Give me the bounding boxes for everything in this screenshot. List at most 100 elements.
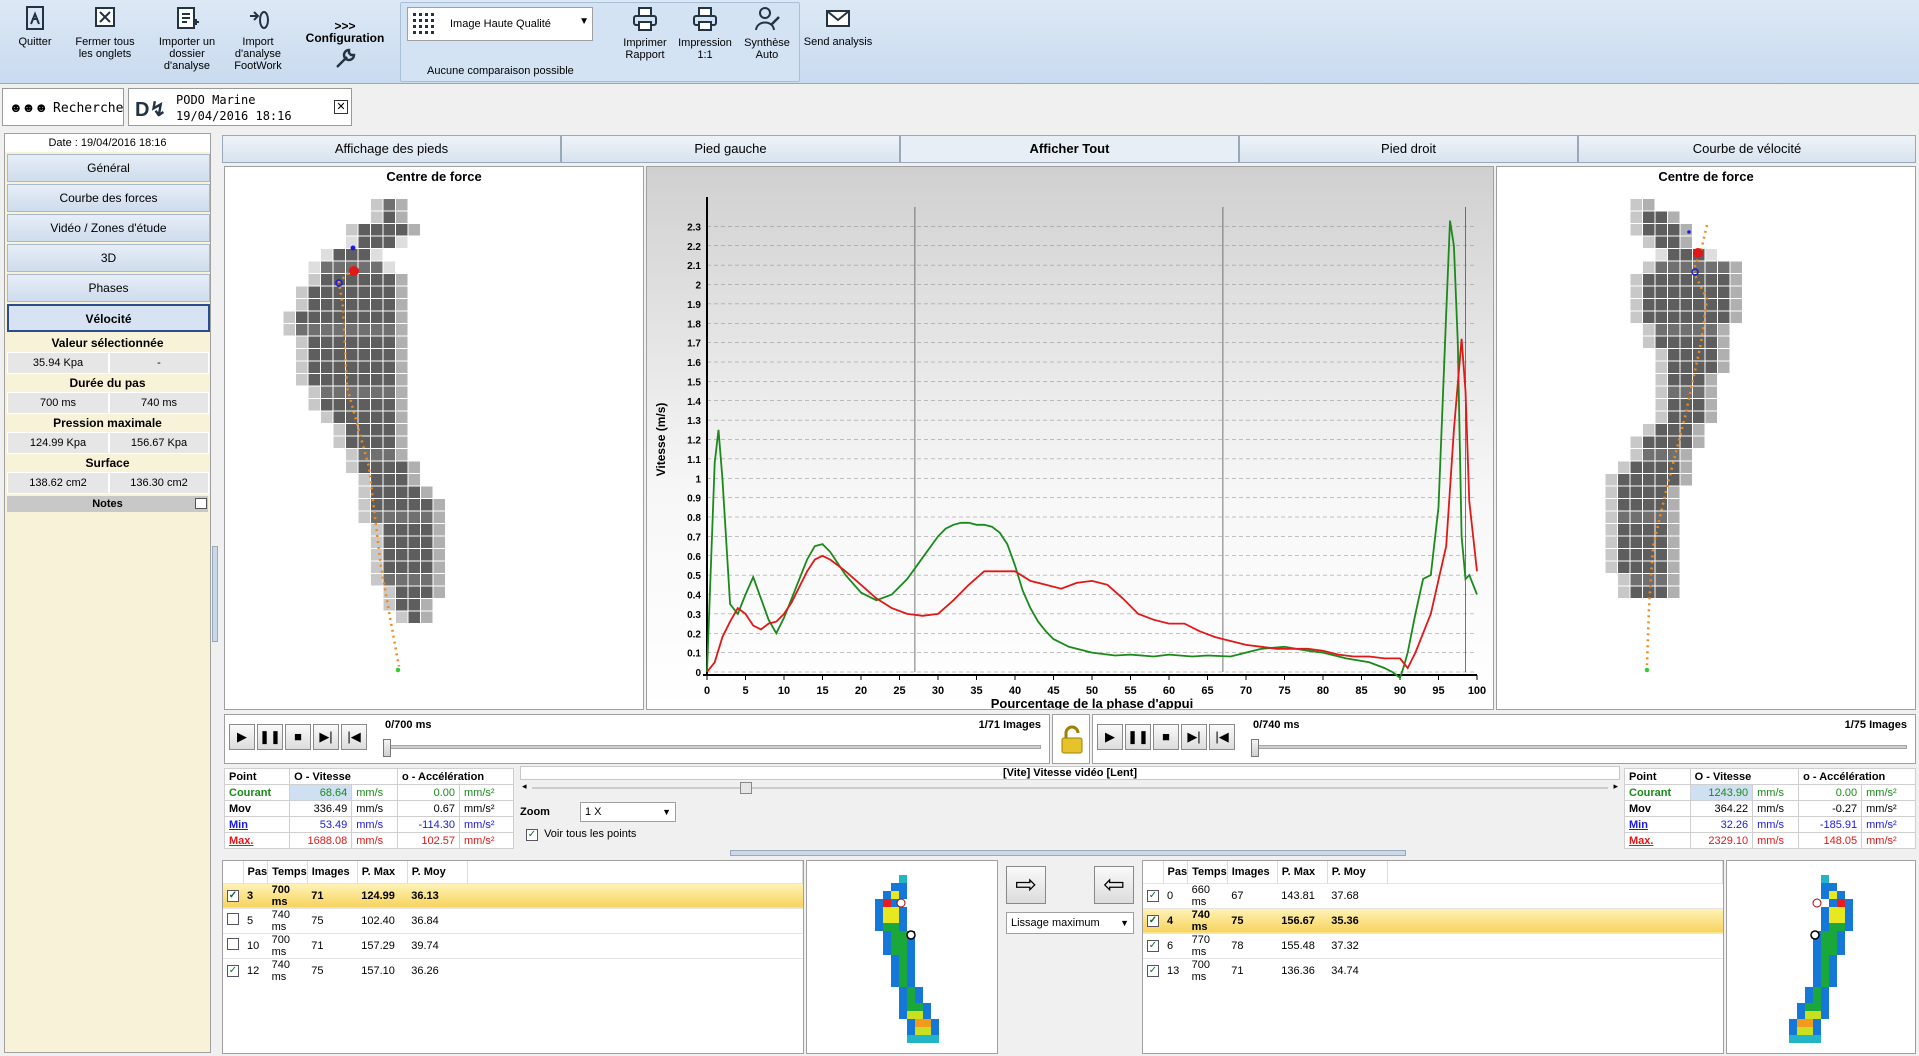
step-row[interactable]: ✓ 3 700 ms 71 124.99 36.13 — [223, 882, 803, 908]
pressure-cell — [1718, 349, 1730, 361]
step-checkbox[interactable]: ✓ — [1143, 882, 1163, 908]
pressure-cell — [1655, 336, 1667, 348]
print-11-button[interactable]: Impression 1:1 — [677, 5, 733, 61]
import-footwork-button[interactable]: Import d'analyse FootWork — [226, 4, 290, 72]
synthesis-button[interactable]: Synthèse Auto — [739, 5, 795, 61]
pause-button-left[interactable]: ❚❚ — [257, 724, 283, 750]
horizontal-splitter[interactable] — [730, 850, 1406, 856]
step-row[interactable]: ✓ 6 770 ms 78 155.48 37.32 — [1143, 932, 1723, 958]
video-speed-slider[interactable]: ◂ ▸ — [520, 781, 1620, 794]
tab-show-all[interactable]: Afficher Tout — [900, 135, 1239, 163]
lock-button[interactable] — [1052, 714, 1090, 764]
step-checkbox[interactable] — [223, 932, 243, 958]
speed-thumb[interactable] — [740, 782, 752, 794]
pressure-cell — [1668, 574, 1680, 586]
pressure-cell — [296, 324, 308, 336]
expand-notes-icon[interactable] — [195, 498, 207, 509]
step-row[interactable]: 10 700 ms 71 157.29 39.74 — [223, 932, 803, 958]
heat-cell — [907, 995, 915, 1003]
left-timeline-slider[interactable] — [385, 745, 1041, 749]
tab-feet-display[interactable]: Affichage des pieds — [222, 135, 561, 163]
pressure-cell — [358, 336, 370, 348]
left-step-thumbnail[interactable] — [806, 860, 998, 1054]
pressure-cell — [371, 249, 383, 261]
step-back-button-right[interactable]: |◀ — [1209, 724, 1235, 750]
configuration-button[interactable]: >>> Configuration — [300, 20, 390, 75]
close-tabs-button[interactable]: Fermer tous les onglets — [72, 4, 138, 60]
heat-cell — [1805, 1011, 1813, 1019]
y-tick-label: 0.7 — [687, 532, 701, 543]
quit-button[interactable]: Quitter — [12, 4, 58, 48]
right-time: 0/740 ms — [1253, 719, 1300, 731]
arrow-left-button[interactable]: ⇦ — [1094, 866, 1134, 904]
stop-button-left[interactable]: ■ — [285, 724, 311, 750]
heat-cell — [1821, 995, 1829, 1003]
heat-cell — [1789, 1019, 1797, 1027]
heat-cell — [899, 891, 907, 899]
step-row[interactable]: 5 740 ms 75 102.40 36.84 — [223, 907, 803, 933]
step-time: 740 ms — [267, 957, 308, 983]
tab-patient[interactable]: D↯ PODO Marine 19/04/2016 18:16 ✕ — [128, 88, 352, 126]
step-time: 660 ms — [1187, 882, 1228, 908]
step-checkbox[interactable]: ✓ — [223, 882, 243, 908]
tab-velocity-curve[interactable]: Courbe de vélocité — [1578, 135, 1916, 163]
nav-general[interactable]: Général — [7, 154, 210, 182]
pressure-cell — [333, 411, 345, 423]
step-checkbox[interactable] — [223, 907, 243, 933]
step-checkbox[interactable]: ✓ — [1143, 907, 1163, 933]
step-pmoy: 37.68 — [1327, 882, 1388, 908]
heat-cell — [1813, 1003, 1821, 1011]
step-row[interactable]: ✓ 0 660 ms 67 143.81 37.68 — [1143, 882, 1723, 908]
step-row[interactable]: ✓ 12 740 ms 75 157.10 36.26 — [223, 957, 803, 983]
right-step-thumbnail[interactable] — [1726, 860, 1916, 1054]
smoothing-select[interactable]: Lissage maximum ▼ — [1006, 912, 1134, 934]
right-timeline-slider[interactable] — [1253, 745, 1907, 749]
nav-video-zones[interactable]: Vidéo / Zones d'étude — [7, 214, 210, 242]
step-checkbox[interactable]: ✓ — [1143, 932, 1163, 958]
nav-3d[interactable]: 3D — [7, 244, 210, 272]
stats-label: Max. — [223, 832, 291, 849]
print-report-button[interactable]: Imprimer Rapport — [619, 5, 671, 61]
left-steps-panel: Pas Temps Images P. Max P. Moy ✓ 3 700 ms 71 124.… — [222, 860, 804, 1054]
nav-velocity[interactable]: Vélocité — [7, 304, 210, 332]
heat-cell — [899, 907, 907, 915]
stop-button-right[interactable]: ■ — [1153, 724, 1179, 750]
step-checkbox[interactable]: ✓ — [223, 957, 243, 983]
left-timeline-thumb[interactable] — [383, 739, 391, 757]
show-points-checkbox[interactable]: ✓ Voir tous les points — [526, 828, 636, 841]
import-folder-button[interactable]: Importer un dossier d'analyse — [154, 4, 220, 72]
pressure-cell — [346, 349, 358, 361]
step-number: 12 — [243, 957, 268, 983]
nav-force-curve[interactable]: Courbe des forces — [7, 184, 210, 212]
arrow-right-button[interactable]: ⇨ — [1006, 866, 1046, 904]
heat-cell — [1805, 995, 1813, 1003]
heat-cell — [899, 971, 907, 979]
play-button-right[interactable]: ▶ — [1097, 724, 1123, 750]
pressure-cell — [396, 299, 408, 311]
selected-value-right: - — [109, 352, 209, 374]
splitter-handle[interactable] — [212, 546, 218, 642]
step-back-button-left[interactable]: |◀ — [341, 724, 367, 750]
tab-search[interactable]: ☻☻☻ Recherche — [2, 88, 124, 126]
tab-left-foot[interactable]: Pied gauche — [561, 135, 900, 163]
quality-dropdown[interactable]: Image Haute Qualité ▼ — [407, 7, 593, 41]
nav-phases[interactable]: Phases — [7, 274, 210, 302]
step-duration-heading: Durée du pas — [69, 376, 146, 390]
close-tab-icon[interactable]: ✕ — [334, 100, 348, 114]
pressure-cell — [433, 511, 445, 523]
heat-cell — [915, 1035, 923, 1043]
step-row[interactable]: ✓ 13 700 ms 71 136.36 34.74 — [1143, 957, 1723, 983]
step-forward-button-left[interactable]: ▶| — [313, 724, 339, 750]
step-row[interactable]: ✓ 4 740 ms 75 156.67 35.36 — [1143, 907, 1723, 933]
step-checkbox[interactable]: ✓ — [1143, 957, 1163, 983]
tab-right-foot[interactable]: Pied droit — [1239, 135, 1578, 163]
pause-button-right[interactable]: ❚❚ — [1125, 724, 1151, 750]
step-number: 4 — [1163, 907, 1188, 933]
heat-cell — [923, 1011, 931, 1019]
step-forward-button-right[interactable]: ▶| — [1181, 724, 1207, 750]
notes-header[interactable]: Notes — [7, 496, 208, 512]
play-button-left[interactable]: ▶ — [229, 724, 255, 750]
send-analysis-button[interactable]: Send analysis — [802, 4, 874, 48]
zoom-select[interactable]: 1 X ▼ — [580, 802, 676, 822]
right-timeline-thumb[interactable] — [1251, 739, 1259, 757]
